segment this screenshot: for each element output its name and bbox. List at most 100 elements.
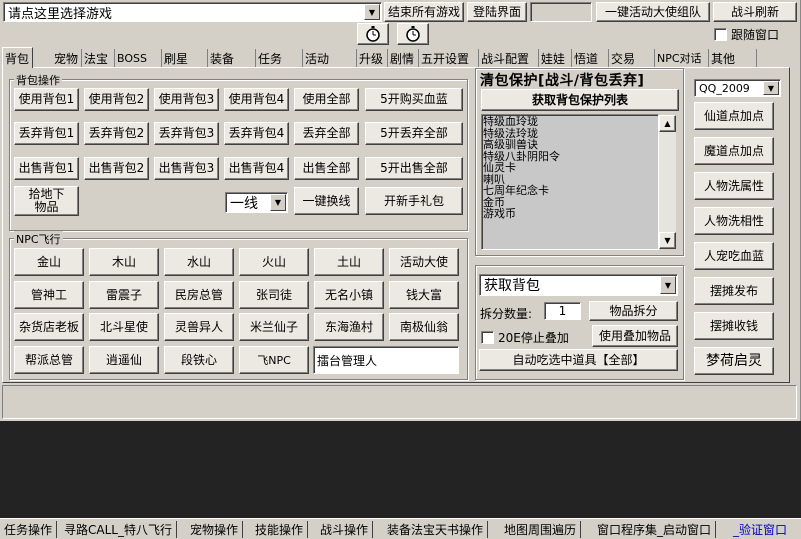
- five-buy-potions[interactable]: 5开购买血蓝: [365, 88, 463, 111]
- getbag-select[interactable]: 获取背包 ▼: [479, 274, 678, 296]
- account-select[interactable]: QQ_2009 ▼: [694, 79, 781, 97]
- get-protect-list-button[interactable]: 获取背包保护列表: [481, 89, 679, 111]
- bottom-tab-map[interactable]: 地图周围遍历: [500, 521, 582, 538]
- eat-potion-button[interactable]: 人宠吃血蓝: [694, 242, 774, 270]
- npc-nanji[interactable]: 南极仙翁: [389, 313, 459, 341]
- npc-beidou[interactable]: 北斗星使: [89, 313, 159, 341]
- tab-trade[interactable]: 交易: [609, 49, 655, 67]
- use-bag-3[interactable]: 使用背包3: [154, 88, 219, 111]
- one-key-team-button[interactable]: 一键活动大使组队: [596, 2, 710, 22]
- stop-stack-checkbox[interactable]: 20E停止叠加: [481, 329, 569, 346]
- bottom-tab-pathfind[interactable]: 寻路CALL_特八飞行: [60, 521, 177, 538]
- discard-all[interactable]: 丢弃全部: [294, 122, 359, 145]
- tab-five-settings[interactable]: 五开设置: [419, 49, 479, 67]
- tab-equip[interactable]: 装备: [208, 49, 256, 67]
- five-discard-all[interactable]: 5开丢弃全部: [365, 122, 463, 145]
- game-select[interactable]: 请点这里选择游戏 ▼: [3, 2, 382, 22]
- discard-bag-4[interactable]: 丢弃背包4: [224, 122, 289, 145]
- tab-boss[interactable]: BOSS: [115, 49, 162, 67]
- npc-leizhenzi[interactable]: 雷震子: [89, 281, 159, 309]
- bottom-tab-battle[interactable]: 战斗操作: [316, 521, 374, 538]
- bottom-tab-startup[interactable]: 窗口程序集_启动窗口: [593, 521, 717, 538]
- xiandao-point-button[interactable]: 仙道点加点: [694, 102, 774, 130]
- split-quantity-input[interactable]: 1: [544, 302, 581, 320]
- wash-affinity-button[interactable]: 人物洗相性: [694, 207, 774, 235]
- pickup-items-button[interactable]: 拾地下物品: [14, 186, 79, 216]
- npc-target-input[interactable]: 擂台管理人: [313, 346, 459, 374]
- sell-bag-3[interactable]: 出售背包3: [154, 157, 219, 180]
- tab-activity[interactable]: 活动: [303, 49, 357, 67]
- npc-tushan[interactable]: 土山: [314, 248, 384, 276]
- modao-point-button[interactable]: 魔道点加点: [694, 137, 774, 165]
- stall-collect-button[interactable]: 摆摊收钱: [694, 312, 774, 340]
- tab-task[interactable]: 任务: [256, 49, 303, 67]
- sell-all[interactable]: 出售全部: [294, 157, 359, 180]
- chevron-down-icon[interactable]: ▼: [364, 4, 380, 20]
- npc-bangpai[interactable]: 帮派总管: [14, 346, 84, 374]
- brand-button[interactable]: 梦荷启灵: [694, 347, 774, 375]
- bottom-tab-task[interactable]: 任务操作: [0, 521, 58, 538]
- tab-other[interactable]: 其他: [709, 49, 757, 67]
- protect-list[interactable]: 特级血玲珑 特级法玲珑 高级驯兽诀 特级八卦阴阳令 仙灵卡 喇叭 七周年纪念卡 金币 游戏币: [481, 114, 659, 250]
- newbie-gift-button[interactable]: 开新手礼包: [365, 187, 463, 215]
- bottom-tab-skill[interactable]: 技能操作: [251, 521, 309, 538]
- tab-fabao[interactable]: 法宝: [82, 49, 115, 67]
- npc-shuishan[interactable]: 水山: [164, 248, 234, 276]
- discard-bag-2[interactable]: 丢弃背包2: [84, 122, 149, 145]
- chevron-down-icon[interactable]: ▼: [763, 81, 779, 95]
- npc-milan[interactable]: 米兰仙子: [239, 313, 309, 341]
- auto-eat-button[interactable]: 自动吃选中道具【全部】: [479, 349, 678, 371]
- npc-grocery[interactable]: 杂货店老板: [14, 313, 84, 341]
- discard-bag-3[interactable]: 丢弃背包3: [154, 122, 219, 145]
- chevron-down-icon[interactable]: ▼: [270, 194, 286, 211]
- bottom-tab-equip[interactable]: 装备法宝天书操作: [383, 521, 489, 538]
- npc-zhangsitu[interactable]: 张司徒: [239, 281, 309, 309]
- tab-wudao[interactable]: 悟道: [572, 49, 609, 67]
- npc-lingshou[interactable]: 灵兽异人: [164, 313, 234, 341]
- tab-pet[interactable]: 宠物: [52, 49, 82, 67]
- discard-bag-1[interactable]: 丢弃背包1: [14, 122, 79, 145]
- line-select[interactable]: 一线 ▼: [225, 192, 288, 213]
- npc-duantiexin[interactable]: 段铁心: [164, 346, 234, 374]
- fly-npc-button[interactable]: 飞NPC: [239, 346, 309, 374]
- use-bag-1[interactable]: 使用背包1: [14, 88, 79, 111]
- login-ui-button[interactable]: 登陆界面: [467, 2, 527, 22]
- protect-list-item[interactable]: 七周年纪念卡: [483, 185, 657, 197]
- tab-doll[interactable]: 娃娃: [539, 49, 572, 67]
- tab-story[interactable]: 剧情: [388, 49, 419, 67]
- checkbox-box[interactable]: [481, 331, 494, 344]
- protect-list-item[interactable]: 高级驯兽诀: [483, 139, 657, 151]
- npc-qiandafu[interactable]: 钱大富: [389, 281, 459, 309]
- protect-scrollbar[interactable]: ▲ ▼: [659, 115, 676, 249]
- npc-mushan[interactable]: 木山: [89, 248, 159, 276]
- tab-npc-dialog[interactable]: NPC对话: [655, 49, 709, 67]
- five-sell-all[interactable]: 5开出售全部: [365, 157, 463, 180]
- scroll-up-icon[interactable]: ▲: [659, 115, 676, 132]
- protect-list-item[interactable]: 特级血玲珑: [483, 116, 657, 128]
- npc-donghai[interactable]: 东海渔村: [314, 313, 384, 341]
- sell-bag-2[interactable]: 出售背包2: [84, 157, 149, 180]
- bottom-tab-pet[interactable]: 宠物操作: [186, 521, 244, 538]
- tab-bag[interactable]: 背包: [2, 47, 33, 68]
- split-item-button[interactable]: 物品拆分: [589, 301, 678, 321]
- npc-guanshengong[interactable]: 管神工: [14, 281, 84, 309]
- sell-bag-1[interactable]: 出售背包1: [14, 157, 79, 180]
- checkbox-box[interactable]: [714, 28, 727, 41]
- stall-publish-button[interactable]: 摆摊发布: [694, 277, 774, 305]
- npc-minfang[interactable]: 民房总管: [164, 281, 234, 309]
- use-all[interactable]: 使用全部: [294, 88, 359, 111]
- npc-xiaoyao[interactable]: 逍遥仙: [89, 346, 159, 374]
- wash-attribute-button[interactable]: 人物洗属性: [694, 172, 774, 200]
- use-stack-button[interactable]: 使用叠加物品: [592, 325, 678, 347]
- battle-refresh-button[interactable]: 战斗刷新: [713, 2, 797, 22]
- use-bag-2[interactable]: 使用背包2: [84, 88, 149, 111]
- npc-huoshan[interactable]: 火山: [239, 248, 309, 276]
- follow-window-checkbox[interactable]: 跟随窗口: [714, 26, 779, 43]
- sell-bag-4[interactable]: 出售背包4: [224, 157, 289, 180]
- protect-list-item[interactable]: 仙灵卡: [483, 162, 657, 174]
- protect-list-item[interactable]: 游戏币: [483, 208, 657, 220]
- end-all-games-button[interactable]: 结束所有游戏: [384, 2, 464, 22]
- npc-jinshan[interactable]: 金山: [14, 248, 84, 276]
- tab-levelup[interactable]: 升级: [357, 49, 388, 67]
- timer-button-2[interactable]: [397, 23, 429, 45]
